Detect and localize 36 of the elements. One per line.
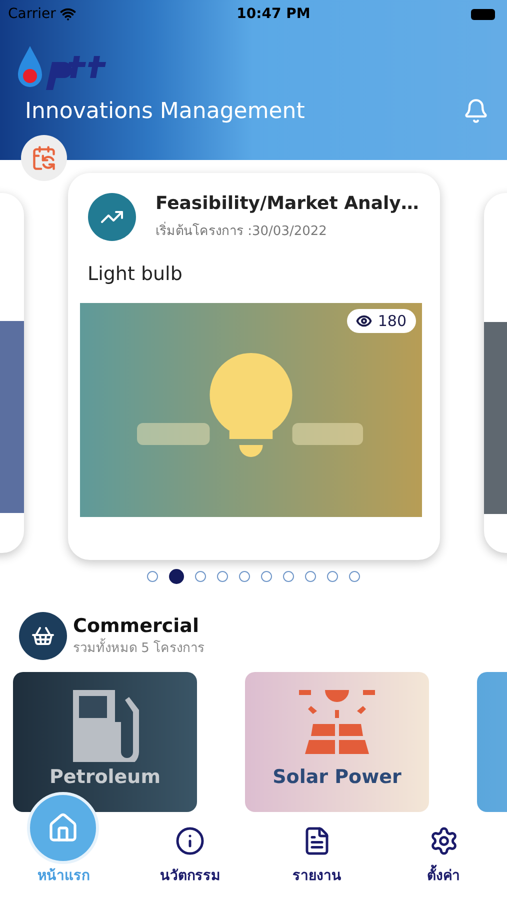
start-date: เริ่มต้นโครงการ :30/03/2022 — [156, 220, 419, 241]
page-dot[interactable] — [239, 570, 250, 582]
page-dot[interactable] — [169, 568, 184, 584]
tab-item[interactable]: นวัตกรรม — [145, 826, 236, 886]
category-label: Petroleum — [49, 766, 161, 788]
project-title: Light bulb — [88, 263, 184, 285]
category-tile[interactable]: Petroleum — [13, 672, 197, 812]
page-dot[interactable] — [147, 570, 158, 582]
calendar-button[interactable] — [21, 135, 67, 181]
tab-item[interactable]: ตั้งค่า — [398, 826, 489, 886]
page-dot[interactable] — [327, 570, 338, 582]
category-label: Solar Power — [272, 766, 402, 788]
info-icon — [175, 826, 206, 856]
eye-icon — [356, 313, 372, 329]
app-title: Innovations Management — [25, 98, 305, 124]
page-dot[interactable] — [305, 570, 316, 582]
settings-icon — [428, 826, 459, 856]
section-title: Commercial — [73, 614, 200, 636]
page-dot[interactable] — [261, 570, 272, 582]
view-count: 180 — [346, 309, 416, 333]
project-card[interactable]: Feasibility/Market Analy… เริ่มต้นโครงการ :30/03/2022 Light bulb 180 — [68, 173, 440, 560]
wifi-icon — [60, 6, 76, 22]
page-dot[interactable] — [217, 570, 228, 582]
carrier-label: Carrier — [8, 6, 76, 22]
tab-item[interactable]: รายงาน — [272, 826, 362, 886]
category-tile[interactable]: Solar Power — [245, 672, 429, 812]
page-dot[interactable] — [195, 570, 206, 582]
page-dot[interactable] — [283, 570, 294, 582]
calendar-icon — [31, 145, 57, 171]
project-category: Feasibility/Market Analy… — [156, 193, 419, 214]
page-dot[interactable] — [349, 570, 360, 582]
section-subtitle: รวมทั้งหมด 5 โครงการ — [73, 636, 205, 658]
trend-icon — [88, 193, 136, 241]
notification-bell-icon[interactable] — [463, 98, 489, 124]
basket-icon — [19, 612, 67, 660]
clock: 10:47 PM — [236, 6, 310, 22]
